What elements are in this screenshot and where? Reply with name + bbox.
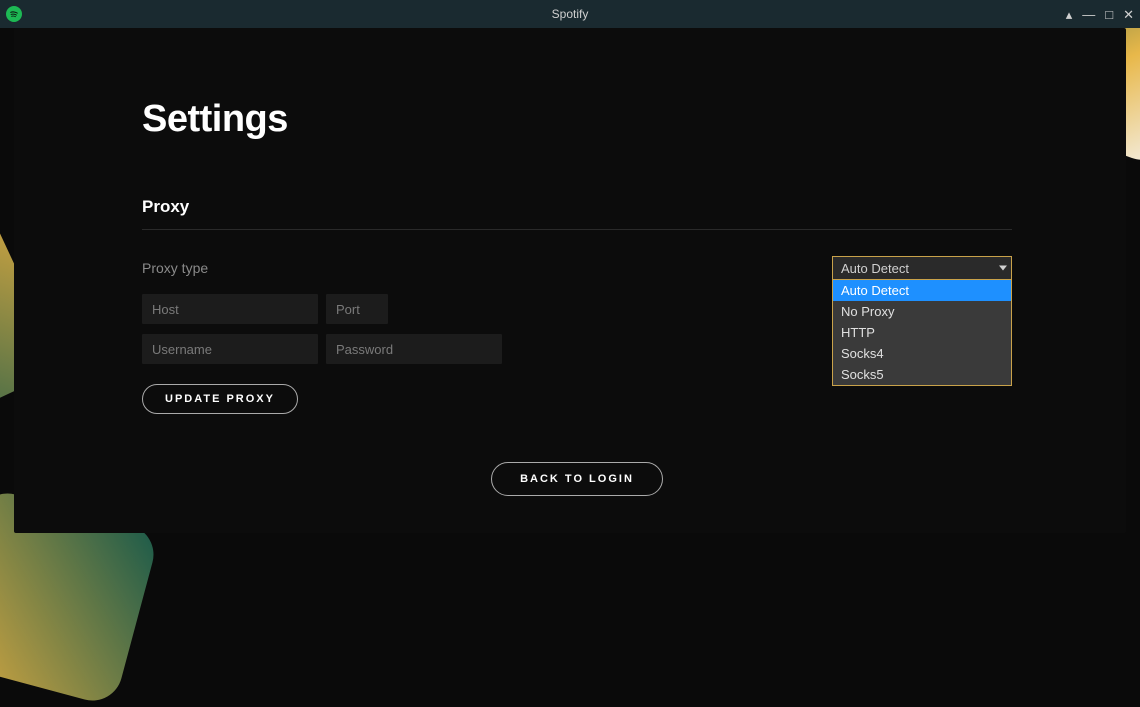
port-input[interactable] — [326, 294, 388, 324]
proxy-option[interactable]: Auto Detect — [833, 280, 1011, 301]
host-input[interactable] — [142, 294, 318, 324]
app-surface: Settings Proxy Proxy type Auto Detect Au… — [14, 28, 1126, 533]
window-title: Spotify — [552, 7, 589, 21]
proxy-option[interactable]: HTTP — [833, 322, 1011, 343]
update-proxy-button[interactable]: UPDATE PROXY — [142, 384, 298, 414]
window-maximize-icon[interactable]: □ — [1105, 8, 1113, 21]
back-to-login-button[interactable]: BACK TO LOGIN — [491, 462, 663, 496]
proxy-type-dropdown: Auto Detect No Proxy HTTP Socks4 Socks5 — [832, 280, 1012, 386]
section-heading-proxy: Proxy — [142, 197, 1012, 230]
window-rollup-icon[interactable]: ▴ — [1066, 8, 1073, 21]
window-controls: ▴ — □ ✕ — [1066, 8, 1134, 21]
window-titlebar: Spotify ▴ — □ ✕ — [0, 0, 1140, 28]
chevron-down-icon — [999, 266, 1007, 271]
proxy-option[interactable]: Socks5 — [833, 364, 1011, 385]
username-input[interactable] — [142, 334, 318, 364]
window-close-icon[interactable]: ✕ — [1123, 8, 1134, 21]
password-input[interactable] — [326, 334, 502, 364]
proxy-option[interactable]: Socks4 — [833, 343, 1011, 364]
spotify-icon — [6, 6, 22, 22]
page-title: Settings — [142, 98, 1012, 141]
proxy-option[interactable]: No Proxy — [833, 301, 1011, 322]
proxy-type-selected: Auto Detect — [841, 261, 909, 276]
proxy-type-select[interactable]: Auto Detect — [832, 256, 1012, 280]
proxy-type-label: Proxy type — [142, 260, 832, 276]
window-minimize-icon[interactable]: — — [1082, 8, 1095, 21]
